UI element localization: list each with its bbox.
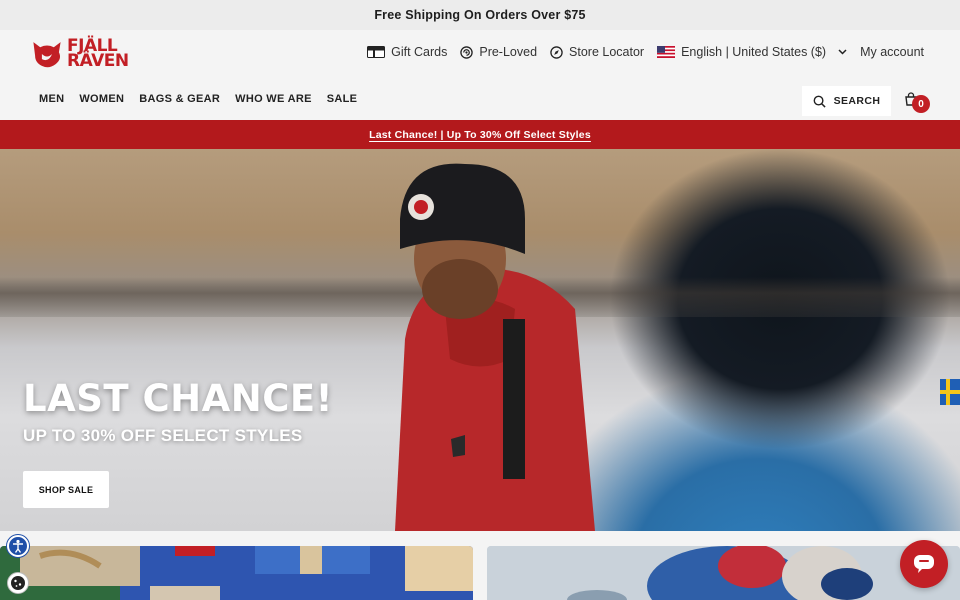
chat-button[interactable] xyxy=(900,540,948,588)
tile-outdoor-photo xyxy=(487,546,960,600)
cart-count-badge: 0 xyxy=(912,95,930,113)
logo-line-2: RÄVEN xyxy=(67,51,129,71)
my-account-link[interactable]: My account xyxy=(860,45,924,59)
store-locator-label: Store Locator xyxy=(569,45,645,59)
hero-photo-hiker xyxy=(395,163,595,531)
announcement-text: Free Shipping On Orders Over $75 xyxy=(374,8,586,22)
pre-loved-label: Pre-Loved xyxy=(479,45,538,59)
nav-item-men[interactable]: MEN xyxy=(39,93,64,105)
sweden-flag-icon xyxy=(940,379,960,405)
announcement-bar: Free Shipping On Orders Over $75 xyxy=(0,0,960,30)
fox-logo-icon xyxy=(33,42,61,68)
gift-cards-label: Gift Cards xyxy=(391,45,448,59)
accessibility-button[interactable] xyxy=(7,535,29,557)
nav-item-bags-gear[interactable]: BAGS & GEAR xyxy=(139,93,220,105)
tile-outdoor[interactable] xyxy=(487,546,960,600)
promo-banner: Last Chance! | Up To 30% Off Select Styl… xyxy=(0,120,960,149)
nav-item-sale[interactable]: SALE xyxy=(327,93,358,105)
locale-label: English | United States ($) xyxy=(681,45,827,59)
accessibility-icon xyxy=(13,539,23,553)
pre-loved-icon xyxy=(460,45,474,59)
nav-item-who-we-are[interactable]: WHO WE ARE xyxy=(235,93,312,105)
brand-logo[interactable]: FJÄLL RÄVEN xyxy=(30,37,129,71)
logo-wordmark: FJÄLL RÄVEN xyxy=(67,38,129,71)
cookie-settings-button[interactable] xyxy=(7,572,29,594)
hero-subtitle: UP TO 30% OFF SELECT STYLES xyxy=(23,426,303,445)
category-tiles xyxy=(0,546,960,600)
main-nav: MEN WOMEN BAGS & GEAR WHO WE ARE SALE xyxy=(39,93,357,105)
my-account-label: My account xyxy=(860,45,924,59)
nav-item-women[interactable]: WOMEN xyxy=(79,93,124,105)
site-header: FJÄLL RÄVEN Gift Cards Pre-Loved Store L… xyxy=(0,30,960,120)
shop-sale-button[interactable]: SHOP SALE xyxy=(23,471,109,508)
store-locator-link[interactable]: Store Locator xyxy=(550,45,644,59)
hero-title: LAST CHANCE! xyxy=(23,377,334,420)
chat-icon xyxy=(914,555,934,573)
tile-gifts-photo xyxy=(0,546,473,600)
cart-button[interactable]: 0 xyxy=(902,92,932,118)
gift-cards-link[interactable]: Gift Cards xyxy=(367,45,447,59)
locale-selector[interactable]: English | United States ($) xyxy=(657,45,847,59)
gift-card-icon xyxy=(367,46,386,58)
pre-loved-link[interactable]: Pre-Loved xyxy=(460,45,537,59)
search-label: SEARCH xyxy=(833,95,881,107)
cookie-icon xyxy=(11,576,25,590)
utility-nav: Gift Cards Pre-Loved Store Locator Engli… xyxy=(367,45,924,59)
compass-icon xyxy=(550,45,563,59)
tile-gifts[interactable] xyxy=(0,546,473,600)
promo-link[interactable]: Last Chance! | Up To 30% Off Select Styl… xyxy=(369,129,591,141)
hero-banner: LAST CHANCE! UP TO 30% OFF SELECT STYLES… xyxy=(0,149,960,531)
chevron-down-icon xyxy=(838,49,847,55)
search-icon xyxy=(813,95,826,108)
search-button[interactable]: SEARCH xyxy=(802,86,891,116)
us-flag-icon xyxy=(657,46,676,58)
